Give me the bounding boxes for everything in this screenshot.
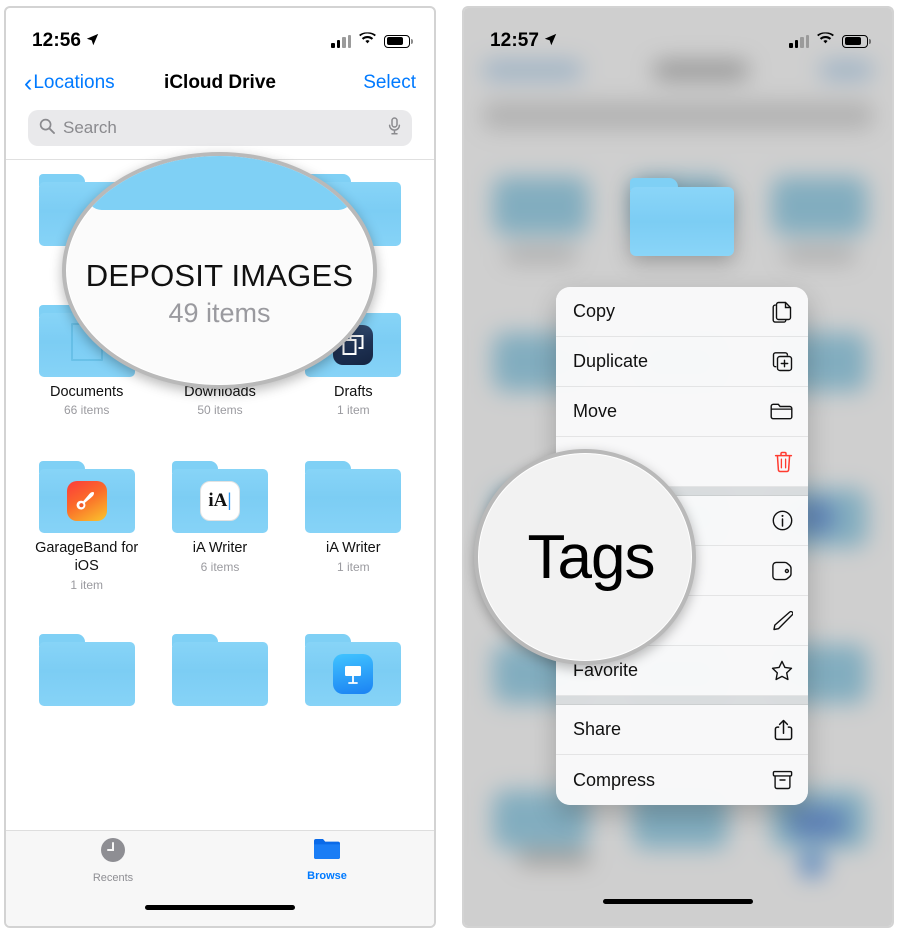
menu-item-label: Copy <box>573 301 616 321</box>
tab-label: Recents <box>92 872 134 884</box>
keynote-app-icon <box>333 653 374 694</box>
keynote-folder-icon <box>305 633 402 706</box>
status-indicators-right <box>789 32 871 50</box>
status-bar-right: 12:57 <box>464 8 892 60</box>
file-count: 1 item <box>336 560 370 575</box>
screenshot-root: 12:56 ‹ Locations iCloud Drive Select Se… <box>0 0 900 934</box>
plain-folder-icon <box>38 633 135 706</box>
status-time-label: 12:57 <box>490 30 540 51</box>
file-name: iA Writer <box>192 540 248 557</box>
tab-recents[interactable]: Recents <box>6 837 220 893</box>
pencil-icon <box>765 610 793 631</box>
wifi-icon <box>817 32 834 50</box>
magnified-file-name: DEPOSIT IMAGES <box>85 257 354 293</box>
menu-item-label: Duplicate <box>573 351 649 371</box>
file-item-garageband[interactable]: GarageBand for iOS 1 item <box>20 461 153 592</box>
nav-bar-left: ‹ Locations iCloud Drive Select <box>6 60 434 106</box>
file-count: 66 items <box>63 403 110 418</box>
menu-item-label: Move <box>573 401 618 421</box>
menu-item-label: Share <box>573 719 622 739</box>
location-arrow-icon <box>544 30 557 52</box>
garageband-folder-icon <box>38 461 135 534</box>
magnifier-deposit-images: DEPOSIT IMAGES 49 items <box>62 152 377 389</box>
file-item-keynote[interactable] <box>287 633 420 713</box>
copy-icon <box>765 301 793 323</box>
tab-bar: Recents Browse <box>6 830 434 926</box>
tag-icon <box>765 561 793 581</box>
clock-icon <box>100 837 126 868</box>
magnified-folder-band <box>87 156 352 210</box>
garageband-app-icon <box>66 481 107 522</box>
file-name: GarageBand for iOS <box>35 540 139 575</box>
grid-row <box>20 633 420 713</box>
plain-folder-icon <box>305 461 402 534</box>
file-name: iA Writer <box>326 540 381 557</box>
tab-browse[interactable]: Browse <box>220 837 434 893</box>
left-phone-frame: 12:56 ‹ Locations iCloud Drive Select Se… <box>4 6 436 928</box>
select-button[interactable]: Select <box>363 72 416 94</box>
home-indicator[interactable] <box>603 899 753 904</box>
file-item-iawriter-6[interactable]: iA | iA Writer 6 items <box>153 461 286 591</box>
status-time-left: 12:56 <box>32 30 99 52</box>
tab-label: Browse <box>307 870 347 882</box>
context-menu-item-share[interactable]: Share <box>556 705 808 755</box>
location-arrow-icon <box>86 30 99 52</box>
status-bar-left: 12:56 <box>6 8 434 60</box>
trash-icon <box>765 451 793 473</box>
magnifier-tags: Tags <box>474 449 696 665</box>
battery-icon <box>842 34 871 48</box>
grid-row: GarageBand for iOS 1 item iA | iA Writer … <box>20 461 420 592</box>
home-indicator[interactable] <box>145 905 295 910</box>
file-count: 6 items <box>200 560 240 575</box>
selected-folder-icon[interactable] <box>630 178 734 256</box>
iawriter-app-icon: iA | <box>199 481 240 522</box>
left-phone-screen: 12:56 ‹ Locations iCloud Drive Select Se… <box>6 8 434 926</box>
back-button-label: Locations <box>33 72 115 93</box>
file-name: Drafts <box>333 383 373 400</box>
cellular-signal-icon <box>331 34 351 48</box>
chevron-left-icon: ‹ <box>24 68 33 97</box>
info-circle-icon <box>765 510 793 531</box>
status-time-right: 12:57 <box>490 30 557 52</box>
context-menu-item-copy[interactable]: Copy <box>556 287 808 337</box>
plain-folder-icon <box>171 633 268 706</box>
file-item[interactable] <box>153 633 286 713</box>
archive-box-icon <box>765 770 793 790</box>
magnified-file-count: 49 items <box>168 298 271 329</box>
context-menu-item-move[interactable]: Move <box>556 387 808 437</box>
star-icon <box>765 660 793 681</box>
file-item[interactable] <box>20 633 153 713</box>
back-button-locations[interactable]: ‹ Locations <box>24 68 115 97</box>
file-item-iawriter-1[interactable]: iA Writer 1 item <box>287 461 420 591</box>
file-name: Documents <box>49 383 124 400</box>
iawriter-folder-icon: iA | <box>171 461 268 534</box>
cellular-signal-icon <box>789 34 809 48</box>
menu-section-divider <box>556 696 808 705</box>
microphone-icon[interactable] <box>388 116 401 140</box>
folder-icon <box>313 837 341 866</box>
search-icon <box>39 118 55 139</box>
search-container: Search <box>6 110 434 158</box>
status-time-label: 12:56 <box>32 30 82 51</box>
file-count: 50 items <box>197 403 243 418</box>
status-indicators-left <box>331 32 413 50</box>
battery-icon <box>384 34 413 48</box>
wifi-icon <box>359 32 376 50</box>
search-placeholder: Search <box>63 118 117 137</box>
menu-item-label: Compress <box>573 769 656 790</box>
duplicate-icon <box>765 351 793 372</box>
context-menu-item-compress[interactable]: Compress <box>556 755 808 805</box>
share-icon <box>765 719 793 741</box>
magnified-menu-label: Tags <box>527 522 656 592</box>
file-count: 1 item <box>336 403 370 418</box>
folder-icon <box>765 402 793 421</box>
context-menu-item-duplicate[interactable]: Duplicate <box>556 337 808 387</box>
search-input[interactable]: Search <box>28 110 412 146</box>
file-count: 1 item <box>70 577 103 592</box>
